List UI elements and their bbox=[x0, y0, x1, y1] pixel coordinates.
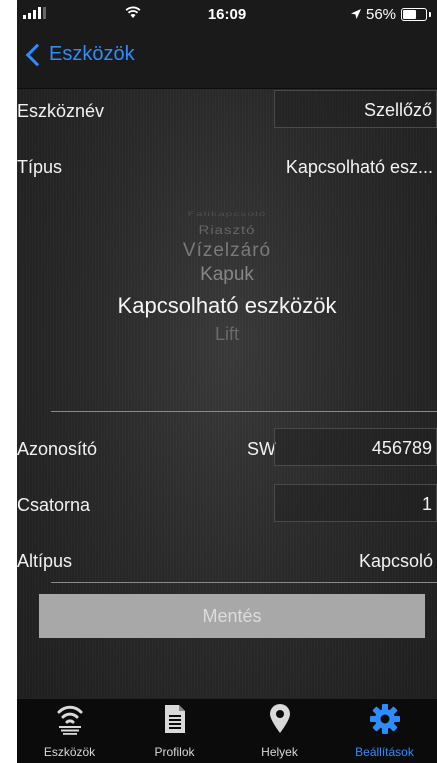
subtype-row[interactable]: Altípus Kapcsoló bbox=[17, 539, 437, 583]
tab-places[interactable]: Helyek bbox=[227, 699, 332, 763]
tab-label: Helyek bbox=[261, 745, 298, 759]
type-value: Kapcsolható esz... bbox=[285, 157, 433, 177]
type-picker[interactable]: Falikapcsoló Riasztó Vízelzáró Kapuk Kap… bbox=[17, 202, 437, 412]
location-pin-icon bbox=[269, 704, 290, 733]
tab-label: Eszközök bbox=[43, 745, 96, 759]
channel-row: Csatorna 1 bbox=[17, 483, 437, 527]
channel-label: Csatorna bbox=[17, 495, 91, 515]
back-label: Eszközök bbox=[49, 43, 135, 65]
picker-divider bbox=[51, 411, 437, 412]
identifier-label: Azonosító bbox=[17, 439, 98, 459]
gear-icon bbox=[369, 704, 400, 734]
tab-devices[interactable]: Eszközök bbox=[17, 699, 122, 763]
subtype-divider bbox=[51, 582, 437, 583]
identifier-input[interactable]: 456789 bbox=[274, 428, 437, 466]
device-name-label: Eszköznév bbox=[17, 101, 105, 121]
device-name-input[interactable]: Szellőző bbox=[274, 90, 437, 128]
save-button[interactable]: Mentés bbox=[39, 594, 425, 638]
picker-option[interactable]: Falikapcsoló bbox=[17, 210, 437, 218]
subtype-value: Kapcsoló bbox=[358, 551, 433, 571]
status-bar: 16:09 56% bbox=[17, 0, 437, 28]
type-label: Típus bbox=[17, 157, 63, 177]
device-name-row: Eszköznév Szellőző bbox=[17, 89, 437, 133]
tab-label: Beállítások bbox=[355, 745, 414, 759]
location-arrow-icon bbox=[351, 9, 361, 19]
picker-option-selected[interactable]: Kapcsolható eszközök bbox=[17, 293, 437, 319]
tab-label: Profilok bbox=[154, 745, 195, 759]
battery-percent: 56% bbox=[366, 6, 397, 23]
tab-settings[interactable]: Beállítások bbox=[332, 699, 437, 763]
back-button[interactable]: Eszközök bbox=[25, 43, 135, 66]
document-icon bbox=[164, 705, 185, 733]
subtype-label: Altípus bbox=[17, 551, 73, 571]
picker-option[interactable]: Riasztó bbox=[17, 224, 437, 238]
tab-bar: Eszközök Profilok Helyek Beállítások bbox=[17, 698, 437, 763]
picker-option[interactable]: Lift bbox=[17, 324, 437, 345]
wifi-devices-icon bbox=[57, 705, 82, 735]
app-screen: 16:09 56% Eszközök Eszköznév Szellőző Tí… bbox=[17, 0, 437, 763]
picker-option[interactable]: Kapuk bbox=[17, 264, 437, 286]
identifier-row: Azonosító SW 456789 bbox=[17, 427, 437, 471]
picker-option[interactable]: Vízelzáró bbox=[17, 240, 437, 262]
type-row[interactable]: Típus Kapcsolható esz... bbox=[17, 145, 437, 189]
chevron-left-icon bbox=[25, 43, 49, 66]
navigation-bar: Eszközök bbox=[17, 28, 437, 89]
battery-icon bbox=[401, 8, 431, 21]
channel-input[interactable]: 1 bbox=[274, 484, 437, 522]
tab-profiles[interactable]: Profilok bbox=[122, 699, 227, 763]
identifier-prefix: SW bbox=[247, 439, 276, 459]
